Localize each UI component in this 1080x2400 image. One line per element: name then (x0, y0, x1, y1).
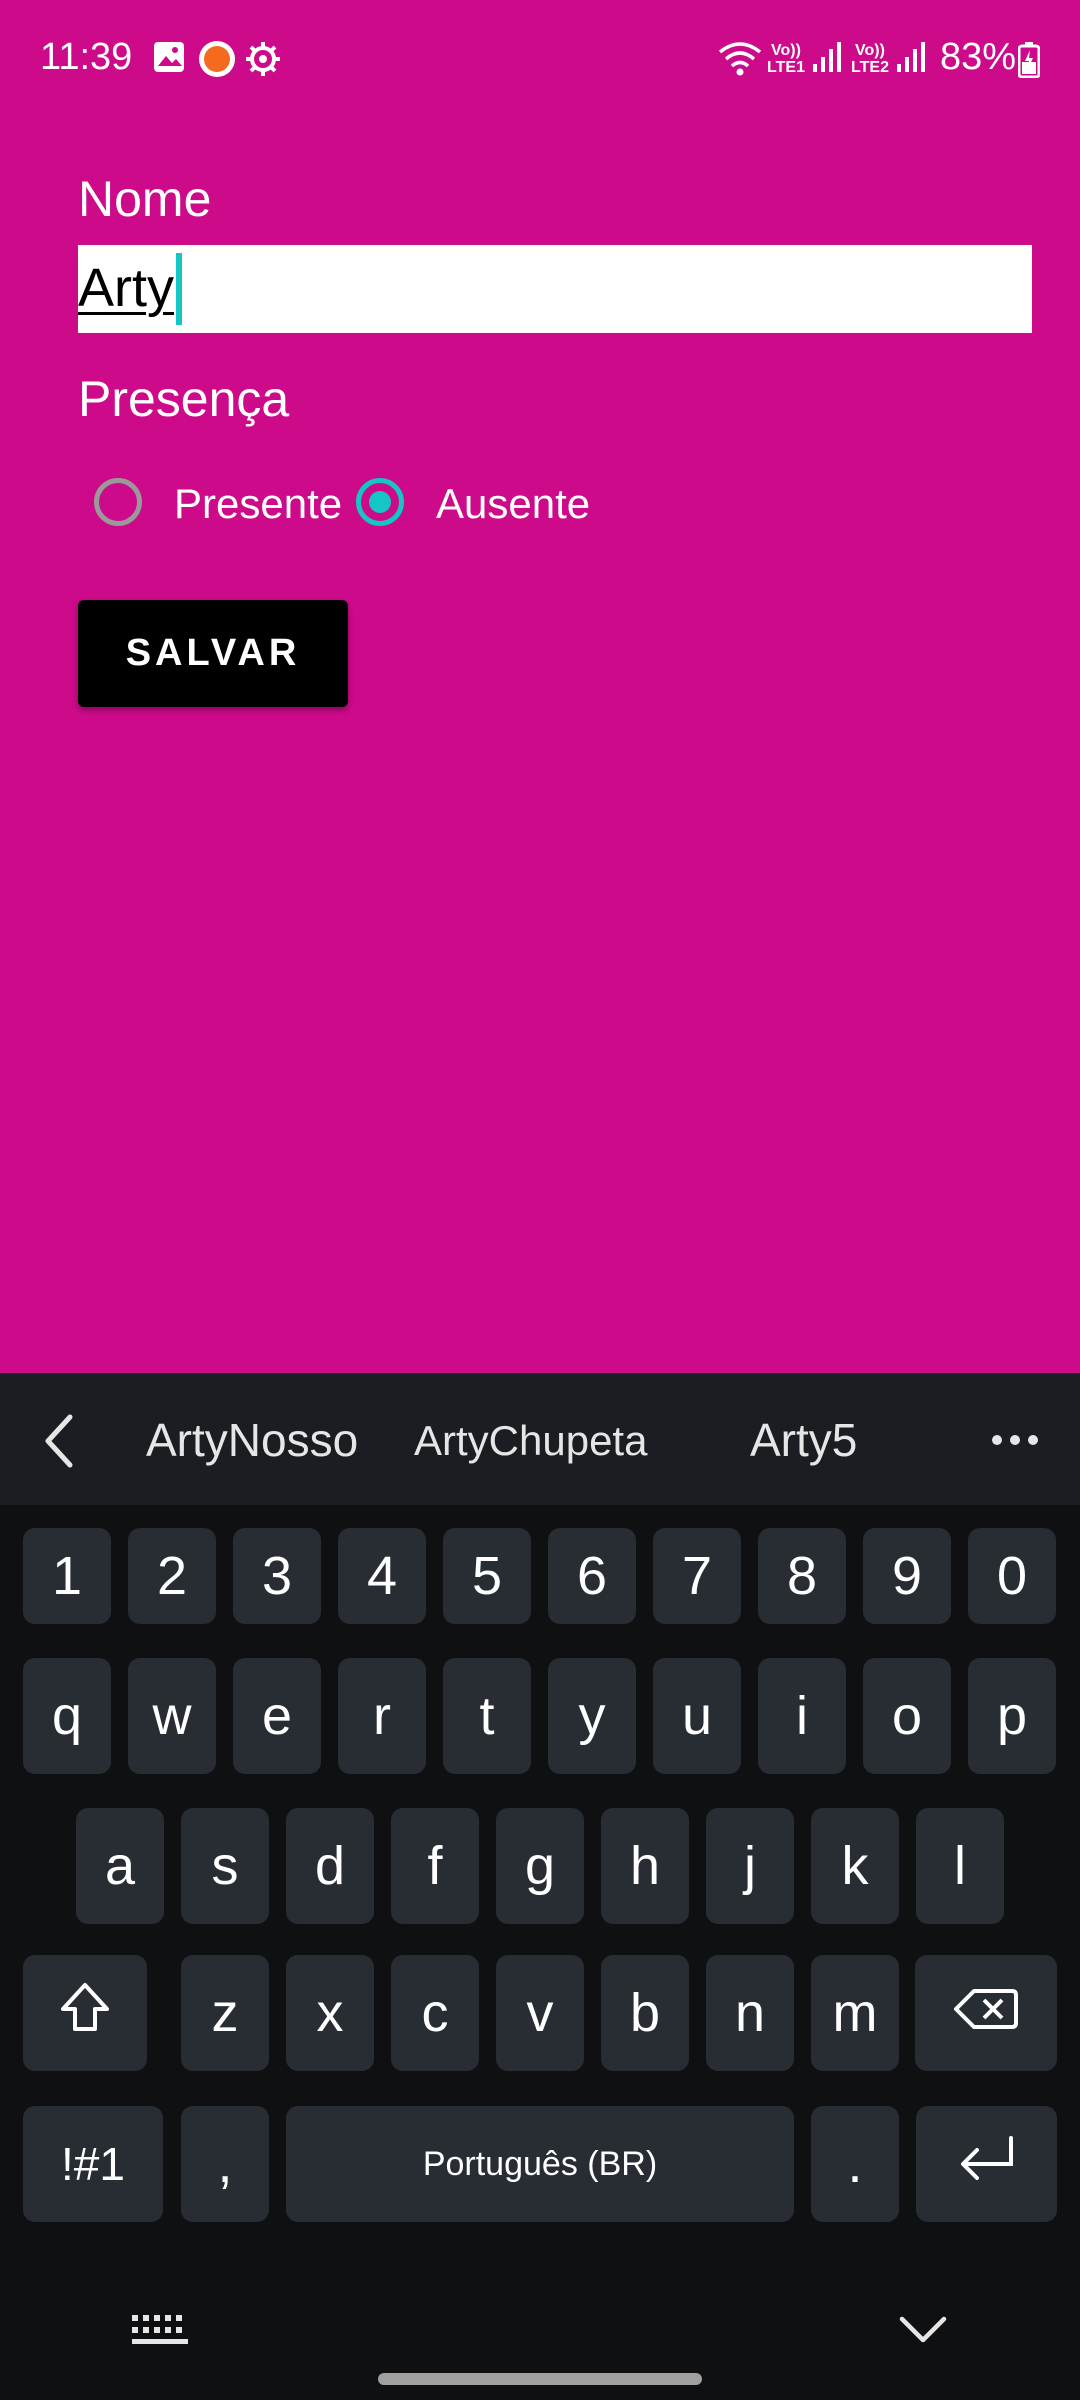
letter-key[interactable]: p (968, 1658, 1056, 1774)
battery-charging-icon (1017, 42, 1041, 83)
letter-key[interactable]: x (286, 1955, 374, 2071)
number-key[interactable]: 5 (443, 1528, 531, 1624)
hide-keyboard-icon[interactable] (898, 2313, 948, 2352)
enter-icon (955, 2133, 1019, 2195)
sim1-text: Vo)) LTE1 (767, 42, 805, 76)
letter-key[interactable]: y (548, 1658, 636, 1774)
radio-ausente-label[interactable]: Ausente (436, 480, 590, 528)
number-key[interactable]: 1 (23, 1528, 111, 1624)
backspace-key[interactable] (915, 1955, 1057, 2071)
save-button[interactable]: SALVAR (78, 600, 348, 707)
sim2-label: Vo)) LTE2 (850, 42, 890, 76)
more-options-icon[interactable] (990, 1433, 1040, 1452)
signal-icon (896, 40, 926, 79)
letter-key[interactable]: c (391, 1955, 479, 2071)
letter-key[interactable]: h (601, 1808, 689, 1924)
keyboard-switch-icon[interactable] (130, 2311, 190, 2356)
app-screen: 11:39 Vo)) LTE1 Vo)) LTE2 83% Nome Arty … (0, 0, 1080, 1373)
radio-ausente[interactable] (356, 478, 404, 526)
suggestion-2[interactable]: ArtyChupeta (414, 1417, 647, 1465)
suggestion-bar: ArtyNosso ArtyChupeta Arty5 (0, 1373, 1080, 1505)
letter-key[interactable]: q (23, 1658, 111, 1774)
letter-key[interactable]: v (496, 1955, 584, 2071)
home-indicator[interactable] (378, 2373, 702, 2385)
letter-key[interactable]: f (391, 1808, 479, 1924)
letter-key[interactable]: n (706, 1955, 794, 2071)
space-key[interactable]: Português (BR) (286, 2106, 794, 2222)
comma-key[interactable]: , (181, 2106, 269, 2222)
letter-key[interactable]: b (601, 1955, 689, 2071)
shift-key[interactable] (23, 1955, 147, 2071)
shift-icon (57, 1979, 113, 2048)
letter-key[interactable]: d (286, 1808, 374, 1924)
letter-key[interactable]: z (181, 1955, 269, 2071)
signal-icon (812, 40, 842, 79)
name-input[interactable]: Arty (78, 245, 1032, 333)
text-caret (176, 253, 182, 325)
radio-presente-label[interactable]: Presente (174, 480, 342, 528)
letter-key[interactable]: u (653, 1658, 741, 1774)
letter-key[interactable]: m (811, 1955, 899, 2071)
letter-key[interactable]: k (811, 1808, 899, 1924)
radio-presente[interactable] (94, 478, 142, 526)
period-key[interactable]: . (811, 2106, 899, 2222)
name-input-value: Arty (78, 258, 175, 318)
number-key[interactable]: 4 (338, 1528, 426, 1624)
letter-key[interactable]: a (76, 1808, 164, 1924)
letter-key[interactable]: r (338, 1658, 426, 1774)
sim1-label: Vo)) LTE1 (766, 42, 806, 76)
letter-key[interactable]: t (443, 1658, 531, 1774)
letter-key[interactable]: o (863, 1658, 951, 1774)
letter-key[interactable]: s (181, 1808, 269, 1924)
letter-key[interactable]: g (496, 1808, 584, 1924)
keyboard: ArtyNosso ArtyChupeta Arty5 1234567890 q… (0, 1373, 1080, 2400)
status-bar: 11:39 Vo)) LTE1 Vo)) LTE2 83% (0, 0, 1080, 120)
wifi-icon (718, 40, 762, 83)
symbols-key[interactable]: !#1 (23, 2106, 163, 2222)
suggestion-3[interactable]: Arty5 (750, 1413, 857, 1467)
number-key[interactable]: 3 (233, 1528, 321, 1624)
suggestion-1[interactable]: ArtyNosso (146, 1413, 358, 1467)
presence-label: Presença (78, 371, 290, 427)
sim2-text: Vo)) LTE2 (851, 42, 889, 76)
letter-key[interactable]: j (706, 1808, 794, 1924)
number-key[interactable]: 7 (653, 1528, 741, 1624)
app-notification-icon (198, 40, 236, 83)
letter-key[interactable]: w (128, 1658, 216, 1774)
gallery-icon (152, 40, 186, 79)
name-label: Nome (78, 171, 212, 227)
letter-key[interactable]: i (758, 1658, 846, 1774)
backspace-icon (954, 1982, 1018, 2044)
number-key[interactable]: 0 (968, 1528, 1056, 1624)
number-key[interactable]: 2 (128, 1528, 216, 1624)
chevron-left-icon[interactable] (40, 1411, 80, 1476)
status-time: 11:39 (40, 36, 133, 78)
enter-key[interactable] (916, 2106, 1057, 2222)
number-key[interactable]: 8 (758, 1528, 846, 1624)
letter-key[interactable]: l (916, 1808, 1004, 1924)
number-key[interactable]: 6 (548, 1528, 636, 1624)
letter-key[interactable]: e (233, 1658, 321, 1774)
number-key[interactable]: 9 (863, 1528, 951, 1624)
settings-gear-icon (244, 40, 282, 83)
battery-percent: 83% (940, 36, 1017, 78)
